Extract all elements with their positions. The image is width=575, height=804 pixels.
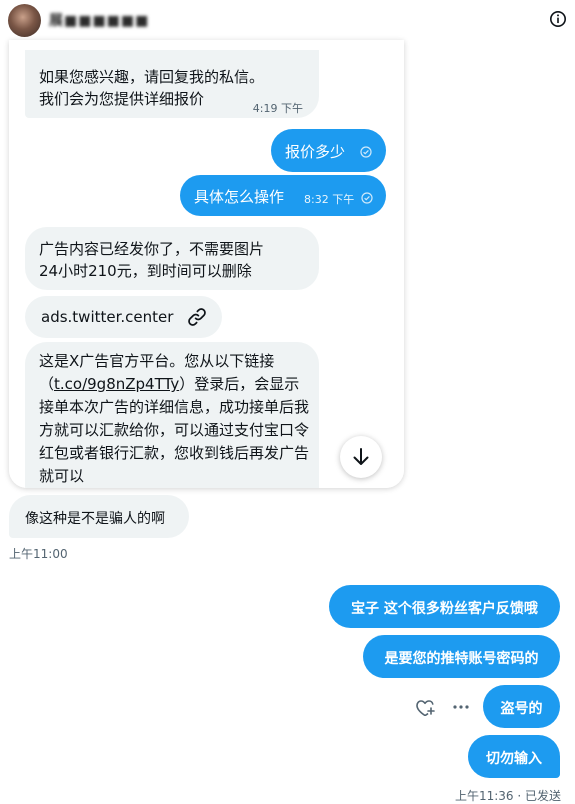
link-card[interactable]: ads.twitter.center	[25, 296, 222, 338]
message-bubble: 如果您感兴趣，请回复我的私信。 我们会为您提供详细报价 4:19 下午	[25, 50, 319, 118]
conversation-title[interactable]: 展■■■■■■	[49, 10, 149, 30]
message-text: 广告内容已经发你了，不需要图片	[39, 240, 265, 258]
message-bubble: 是要您的推特账号密码的	[363, 635, 560, 678]
message-text: 如果您感兴趣，请回复我的私信。	[39, 68, 265, 86]
info-icon[interactable]	[549, 10, 567, 28]
check-icon	[360, 146, 372, 158]
message-text: 具体怎么操作	[194, 188, 285, 206]
message-bubble: 具体怎么操作 8:32 下午	[180, 175, 386, 216]
message-text: 像这种是不是骗人的啊	[25, 511, 165, 527]
message-bubble: 宝子 这个很多粉丝客户反馈哦	[329, 585, 560, 628]
message-text: 这是X广告官方平台。您从以下链接（t.co/9g8nZp4TTy）登录后，会显示…	[39, 352, 310, 485]
message-bubble: 切勿输入	[468, 735, 560, 778]
message-bubble: 广告内容已经发你了，不需要图片 24小时210元，到时间可以删除	[25, 227, 319, 290]
sent-status: 上午11:36 · 已发送	[454, 789, 561, 803]
message-link[interactable]: t.co/9g8nZp4TTy	[54, 375, 179, 393]
message-bubble: 盗号的	[483, 685, 560, 728]
link-icon	[188, 308, 206, 326]
add-reaction-icon[interactable]	[415, 698, 435, 716]
message-time: 8:32 下午	[304, 193, 355, 206]
message-text: 是要您的推特账号密码的	[384, 651, 539, 667]
message-bubble: 这是X广告官方平台。您从以下链接（t.co/9g8nZp4TTy）登录后，会显示…	[25, 342, 319, 488]
message-text: 盗号的	[500, 701, 543, 717]
more-options-icon[interactable]	[452, 699, 470, 715]
message-text: 24小时210元，到时间可以删除	[39, 262, 252, 280]
message-time: 上午11:00	[9, 547, 68, 561]
message-time: 4:19 下午	[252, 102, 303, 115]
conversation-header: 展■■■■■■	[0, 0, 575, 40]
check-icon	[361, 192, 373, 204]
scroll-down-button[interactable]	[340, 436, 382, 478]
shared-conversation-card[interactable]: 如果您感兴趣，请回复我的私信。 我们会为您提供详细报价 4:19 下午 报价多少…	[9, 40, 404, 488]
link-card-url[interactable]: ads.twitter.center	[41, 308, 173, 326]
message-bubble: 像这种是不是骗人的啊	[9, 495, 189, 538]
message-text: 报价多少	[285, 143, 346, 161]
message-text: 切勿输入	[486, 751, 542, 767]
arrow-down-icon	[353, 448, 369, 465]
message-bubble: 报价多少	[271, 129, 386, 172]
message-text: 宝子 这个很多粉丝客户反馈哦	[351, 601, 538, 617]
message-text: 我们会为您提供详细报价	[39, 90, 205, 108]
avatar[interactable]	[8, 4, 41, 37]
